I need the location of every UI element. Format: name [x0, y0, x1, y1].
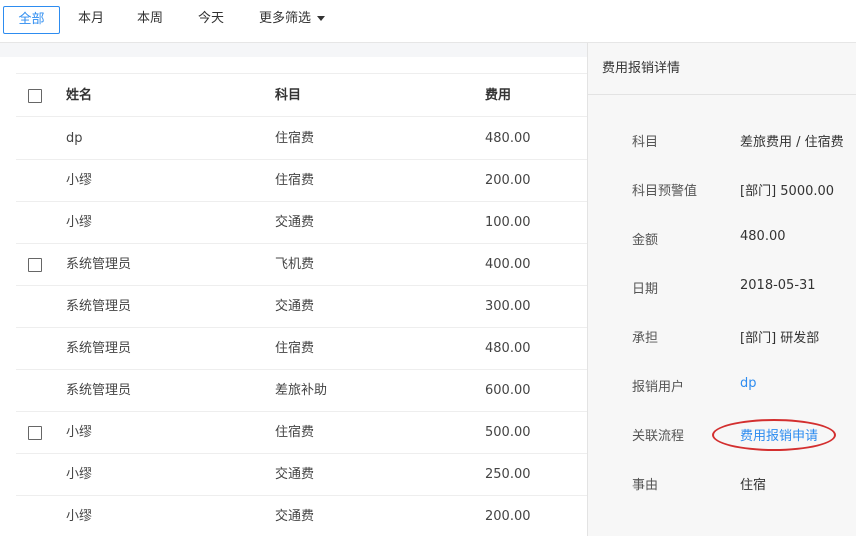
- cell-cost: 200.00: [485, 173, 531, 188]
- cell-cost: 250.00: [485, 467, 531, 482]
- table-row[interactable]: 小缪 住宿费 500.00: [16, 412, 588, 454]
- row-checkbox[interactable]: [28, 258, 42, 272]
- detail-label-amount: 金额: [632, 233, 659, 248]
- cell-name: 系统管理员: [66, 257, 132, 272]
- cell-name: 小缪: [66, 173, 93, 188]
- cell-name: 系统管理员: [66, 341, 132, 356]
- detail-title: 费用报销详情: [602, 61, 681, 76]
- cell-subject: 住宿费: [275, 341, 315, 356]
- table-header: 姓名 科目 费用: [16, 73, 588, 117]
- filter-today-button[interactable]: 今天: [198, 6, 224, 34]
- cell-cost: 500.00: [485, 425, 531, 440]
- filter-month-button[interactable]: 本月: [78, 6, 104, 34]
- detail-label-user: 报销用户: [632, 380, 685, 395]
- table-row[interactable]: 小缪 住宿费 200.00: [16, 160, 588, 202]
- cell-name: 小缪: [66, 425, 93, 440]
- filter-week-button[interactable]: 本周: [137, 6, 163, 34]
- detail-value-reason: 住宿: [740, 478, 767, 493]
- more-filters-label: 更多筛选: [259, 11, 312, 26]
- cell-subject: 交通费: [275, 509, 315, 524]
- cell-subject: 差旅补助: [275, 383, 328, 398]
- detail-user-link[interactable]: dp: [740, 376, 757, 391]
- filter-bar: 全部 本月 本周 今天 更多筛选: [0, 0, 856, 43]
- caret-down-icon: [317, 16, 326, 21]
- table-row[interactable]: 系统管理员 飞机费 400.00: [16, 244, 588, 286]
- highlight-annotation: [712, 419, 836, 451]
- cell-subject: 交通费: [275, 215, 315, 230]
- table-row[interactable]: 小缪 交通费 200.00: [16, 496, 588, 536]
- detail-value-amount: 480.00: [740, 229, 786, 244]
- cell-cost: 480.00: [485, 131, 531, 146]
- cell-name: 小缪: [66, 509, 93, 524]
- detail-panel: 费用报销详情 科目 差旅费用 / 住宿费 科目预警值 [部门] 5000.00 …: [587, 43, 856, 536]
- cell-name: 小缪: [66, 215, 93, 230]
- detail-label-process: 关联流程: [632, 429, 685, 444]
- table-row[interactable]: 小缪 交通费 250.00: [16, 454, 588, 496]
- filter-all-button[interactable]: 全部: [3, 6, 60, 34]
- expense-table: 姓名 科目 费用 dp 住宿费 480.00 小缪 住宿费 200.00 小缪 …: [0, 57, 588, 536]
- detail-divider: [588, 94, 856, 95]
- cell-name: 小缪: [66, 467, 93, 482]
- cell-subject: 飞机费: [275, 257, 315, 272]
- table-row[interactable]: 小缪 交通费 100.00: [16, 202, 588, 244]
- detail-label-reason: 事由: [632, 478, 659, 493]
- detail-label-bearer: 承担: [632, 331, 659, 346]
- table-row[interactable]: 系统管理员 差旅补助 600.00: [16, 370, 588, 412]
- detail-label-subject: 科目: [632, 135, 659, 150]
- cell-cost: 480.00: [485, 341, 531, 356]
- cell-cost: 400.00: [485, 257, 531, 272]
- cell-subject: 交通费: [275, 299, 315, 314]
- header-subject: 科目: [275, 88, 302, 103]
- detail-label-date: 日期: [632, 282, 659, 297]
- cell-name: dp: [66, 131, 83, 146]
- detail-value-bearer: [部门] 研发部: [740, 331, 820, 346]
- header-name: 姓名: [66, 88, 93, 103]
- cell-subject: 住宿费: [275, 425, 315, 440]
- cell-subject: 住宿费: [275, 173, 315, 188]
- row-checkbox[interactable]: [28, 426, 42, 440]
- cell-cost: 600.00: [485, 383, 531, 398]
- table-row[interactable]: 系统管理员 交通费 300.00: [16, 286, 588, 328]
- table-row[interactable]: 系统管理员 住宿费 480.00: [16, 328, 588, 370]
- cell-cost: 300.00: [485, 299, 531, 314]
- detail-value-warning: [部门] 5000.00: [740, 184, 835, 199]
- cell-name: 系统管理员: [66, 383, 132, 398]
- cell-subject: 住宿费: [275, 131, 315, 146]
- more-filters-dropdown[interactable]: 更多筛选: [259, 6, 326, 34]
- cell-name: 系统管理员: [66, 299, 132, 314]
- cell-cost: 200.00: [485, 509, 531, 524]
- detail-value-subject: 差旅费用 / 住宿费: [740, 135, 844, 150]
- table-row[interactable]: dp 住宿费 480.00: [16, 118, 588, 160]
- detail-value-date: 2018-05-31: [740, 278, 816, 293]
- select-all-checkbox[interactable]: [28, 89, 42, 103]
- cell-subject: 交通费: [275, 467, 315, 482]
- header-cost: 费用: [485, 88, 512, 103]
- detail-label-warning: 科目预警值: [632, 184, 698, 199]
- cell-cost: 100.00: [485, 215, 531, 230]
